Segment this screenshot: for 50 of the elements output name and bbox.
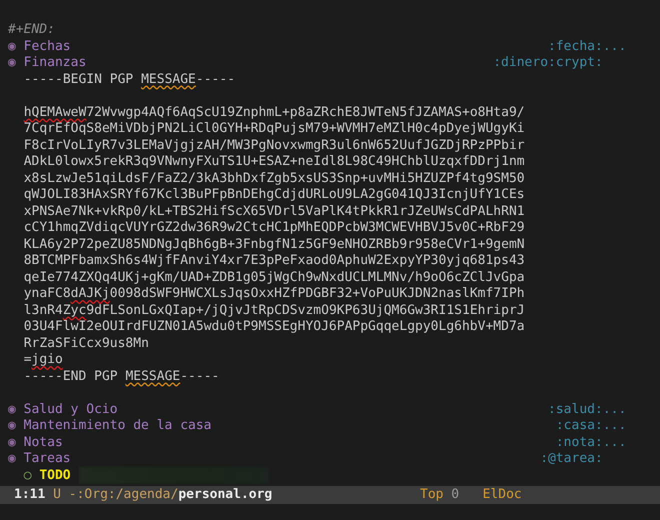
pgp-text-line: F8cIrVoLIyR7v3LEMaVjgjzAH/MW3PgNovxwmgR3ul6nW652UufJGZDjRPzPPbir	[22, 138, 525, 154]
pgp-text-line: qWJOLI83HAxSRYf67Kcl3BuPFpBnDEhgCdjdURLoU9LA2gG041QJ3IcnjUfY1CEs	[22, 187, 525, 204]
heading-title[interactable]: Notas	[24, 434, 63, 450]
pgp-text-line: cCY1hmqZVdiqcVUYrGZ2dw36R9w2CtcHC1pMhEQDPcbW3MCWEVHBVJ5v0C+RbF29	[22, 220, 525, 236]
heading-tags: :@tarea:	[540, 451, 603, 468]
pgp-text-line: qeIe774ZXQq4UKj+gKm/UAD+ZDB1g05jWgCh9wNxdUCLMLMNv/h9oO6cZClJvGpa	[22, 270, 525, 286]
pgp-text-line: 8BTCMPFbamxSh6s4WjfFAnviY4xr7E3pPeFxaod0AphuW2ExpyYP30yjq681ps43	[22, 253, 525, 270]
heading-bullet: ◉	[8, 38, 16, 54]
heading-title[interactable]: Fechas	[24, 38, 71, 54]
heading-bullet: ◉	[8, 55, 16, 70]
pgp-text-line: ynaFC8dAJKj 0098dSWF9HWCXLsJqsOxxHZfPDGBF32+VoPuUKJDN2naslKmf7IPh	[22, 286, 525, 302]
file-name: personal.org	[178, 486, 272, 504]
todo-keyword: TODO	[39, 468, 71, 484]
fold-ellipsis[interactable]: ...	[602, 434, 626, 451]
cursor-position: 1:11	[14, 486, 46, 504]
block-end-keyword: #+END:	[7, 22, 55, 38]
pgp-text-line: 03U4FlwI2eOUIrdFUZN01A5wdu0tP9MSSEgHYOJ6PAPpGqqeLgpy0Lg6hbV+MD7a	[22, 319, 525, 336]
pgp-text-line: =jgio	[22, 352, 63, 368]
heading-tags: :dinero:crypt:	[493, 55, 603, 72]
pgp-text-line: RrZaSFiCcx9us8Mn	[22, 336, 149, 352]
heading-title[interactable]: Mantenimiento de la casa	[24, 418, 212, 433]
heading-bullet: ◉	[8, 418, 16, 433]
heading-title[interactable]: Finanzas	[24, 55, 86, 70]
pgp-text-line: -----BEGIN PGP MESSAGE-----	[22, 72, 236, 88]
fold-ellipsis[interactable]: ...	[602, 418, 626, 434]
list-bullet: ○	[24, 468, 32, 484]
heading-tags: :salud:	[548, 402, 603, 418]
pgp-text-line: KLA6y2P72peZU85NDNgJqBh6gB+3FnbgfN1z5GF9eNHOZRBb9r958eCVr1+9gemN	[22, 236, 525, 253]
scroll-position: Top	[420, 486, 444, 504]
major-mode[interactable]: ElDoc	[482, 486, 522, 504]
fold-ellipsis[interactable]: ...	[602, 38, 626, 55]
pgp-text-line: xPNSAe7Nk+vkRp0/kL+TBS2HifScX65VDrl5VaPlK4tPkkR1rJZeUWsCdPALhRN1	[22, 204, 525, 220]
heading-title[interactable]: Salud y Ocio	[24, 402, 118, 416]
pgp-text-line: l3nR4Zyc9dFLSonLGxQIap+/jQjvJtRpCDSvzmO9KP63UjQM6Gw3RI1S1EhriprJ	[22, 302, 525, 319]
heading-tags: :fecha:	[548, 38, 603, 55]
heading-tags: :casa:	[556, 418, 603, 434]
file-path: -:Org:/agenda/	[68, 486, 178, 504]
heading-tags: :nota:	[556, 434, 603, 451]
counter: 0	[451, 486, 460, 504]
heading-bullet: ◉	[8, 451, 16, 466]
heading-title[interactable]: Tareas	[24, 451, 71, 466]
fold-ellipsis[interactable]: ...	[602, 402, 626, 418]
pgp-text-line: ADkL0lowx5rekR3q9VNwnyFXuTS1U+ESAZ+neIdl8L98C49HChblUzqxfDDrj1nm	[22, 154, 525, 170]
encoding-indicator: U	[53, 486, 61, 504]
heading-bullet: ◉	[8, 402, 16, 416]
pgp-text-line: 7CqrEfOqS8eMiVDbjPN2LiCl0GYH+RDqPujsM79+WVMH7eMZlH0c4pDyejWUgyKi	[22, 121, 525, 138]
heading-bullet: ◉	[8, 434, 16, 450]
pgp-text-line: x8sLzwJe51qiLdsF/FaZ2/3kA3bhDxfZgb5xsUS3Snp+uvMHi5HZUZPf4tg9SM50	[22, 170, 525, 187]
pgp-text-line: hQEMAweW72Wvwgp4AQf6AqScU19ZnphmL+p8aZRchE8JWTeN5fJZAMAS+o8Hta9/	[22, 104, 525, 121]
pgp-text-line: -----END PGP MESSAGE-----	[22, 368, 220, 385]
